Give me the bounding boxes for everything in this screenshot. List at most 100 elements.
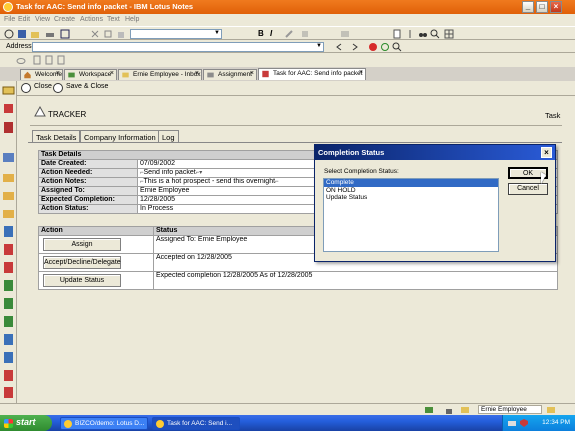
stop-icon[interactable] <box>368 42 378 52</box>
notes-icon[interactable] <box>2 351 15 364</box>
close-icon[interactable]: × <box>195 70 199 77</box>
close-icon[interactable]: × <box>359 69 363 76</box>
mail-icon[interactable] <box>2 84 15 97</box>
home-icon[interactable] <box>4 29 14 39</box>
field-bracket-icon: ⌐ <box>275 179 279 185</box>
location-user-field[interactable]: Ernie Employee <box>478 405 542 414</box>
italic-icon[interactable]: I <box>270 29 272 38</box>
assign-button[interactable]: Assign <box>43 238 121 251</box>
list-item-update-status[interactable]: Update Status <box>324 194 498 202</box>
close-icon <box>21 83 31 93</box>
binoculars-icon[interactable] <box>418 29 428 39</box>
maximize-button[interactable]: □ <box>536 1 548 13</box>
align-icon[interactable] <box>340 29 350 39</box>
menu-actions[interactable]: Actions <box>80 16 103 23</box>
lock-icon[interactable] <box>444 405 454 415</box>
tab-inbox[interactable]: Ernie Employee - Inbox × <box>118 69 202 80</box>
folder-icon[interactable] <box>2 189 15 202</box>
list-item-complete[interactable]: Complete <box>324 179 498 187</box>
tab-workspace[interactable]: Workspace × <box>64 69 117 80</box>
copy-icon[interactable] <box>103 29 113 39</box>
shield-icon[interactable] <box>519 418 529 428</box>
forward-icon[interactable] <box>350 42 360 52</box>
menu-edit[interactable]: Edit <box>18 16 30 23</box>
notes-icon[interactable] <box>2 243 15 256</box>
close-icon[interactable]: × <box>110 70 114 77</box>
bold-icon[interactable]: B <box>258 29 264 38</box>
back-icon[interactable] <box>334 42 344 52</box>
window-close-button[interactable]: × <box>550 1 562 13</box>
mouse-cursor-icon <box>541 172 546 184</box>
cloud-icon[interactable] <box>16 55 26 65</box>
tab-label: Ernie Employee - Inbox <box>133 71 201 78</box>
notes-icon[interactable] <box>2 297 15 310</box>
taskbar-item-lotus-designer[interactable]: BIZCO/demo: Lotus D... <box>60 417 148 430</box>
attachment-icon[interactable] <box>405 29 415 39</box>
list-item-on-hold[interactable]: ON HOLD <box>324 187 498 195</box>
folder-icon[interactable] <box>2 207 15 220</box>
form-type-label: Task <box>545 111 561 120</box>
start-label: start <box>16 417 36 427</box>
tab-log[interactable]: Log <box>158 130 179 142</box>
book-icon[interactable] <box>2 225 15 238</box>
cut-icon[interactable] <box>90 29 100 39</box>
table-icon[interactable] <box>444 29 454 39</box>
list-icon[interactable] <box>300 29 310 39</box>
chevron-down-icon[interactable]: ▾ <box>199 170 202 176</box>
doc-icon[interactable] <box>44 55 54 65</box>
search-icon[interactable] <box>392 42 402 52</box>
completion-status-dialog: Completion Status × Select Completion St… <box>314 144 556 262</box>
print-icon[interactable] <box>45 29 55 39</box>
menu-create[interactable]: Create <box>54 16 75 23</box>
online-icon[interactable] <box>424 405 434 415</box>
tab-task[interactable]: Task for AAC: Send info packet × <box>258 68 366 80</box>
accept-decline-delegate-button[interactable]: Accept/Decline/Delegate <box>43 256 121 269</box>
address-book-icon[interactable] <box>2 121 15 134</box>
tab-assignment[interactable]: Assignment × <box>203 69 257 80</box>
completion-status-list[interactable]: Complete ON HOLD Update Status <box>323 178 499 252</box>
database-icon[interactable] <box>2 151 15 164</box>
menu-view[interactable]: View <box>35 16 50 23</box>
dialog-close-icon[interactable]: × <box>541 147 552 158</box>
notes-icon[interactable] <box>2 333 15 346</box>
inbox-icon[interactable] <box>546 405 556 415</box>
notes-icon[interactable] <box>2 386 15 399</box>
save-close-button[interactable]: Save & Close <box>53 83 108 93</box>
highlighter-icon[interactable] <box>284 29 294 39</box>
window-icon[interactable] <box>60 29 70 39</box>
menu-help[interactable]: Help <box>125 16 139 23</box>
menu-text[interactable]: Text <box>107 16 120 23</box>
notes-icon[interactable] <box>2 369 15 382</box>
close-icon[interactable]: × <box>250 70 254 77</box>
update-status-button[interactable]: Update Status <box>43 274 121 287</box>
notes-icon[interactable] <box>2 315 15 328</box>
calendar-icon[interactable] <box>2 102 15 115</box>
start-button[interactable]: start <box>0 415 52 431</box>
paste-icon[interactable] <box>116 29 126 39</box>
folder-icon[interactable] <box>2 171 15 184</box>
notes-icon[interactable] <box>2 279 15 292</box>
taskbar-item-label: BIZCO/demo: Lotus D... <box>75 420 145 427</box>
taskbar-item-task[interactable]: Task for AAC: Send i... <box>152 417 240 430</box>
search-icon[interactable] <box>430 29 440 39</box>
minimize-button[interactable]: _ <box>522 1 534 13</box>
menu-file[interactable]: File <box>4 16 15 23</box>
notes-icon[interactable] <box>2 261 15 274</box>
cancel-button[interactable]: Cancel <box>508 183 548 195</box>
tab-welcome[interactable]: Welcome × <box>20 69 63 80</box>
doc-icon[interactable] <box>32 55 42 65</box>
style-dropdown[interactable]: ▼ <box>130 29 222 39</box>
address-input[interactable]: ▼ <box>32 42 324 52</box>
refresh-icon[interactable] <box>380 42 390 52</box>
save-icon[interactable] <box>17 29 27 39</box>
edit-document-icon[interactable] <box>392 29 402 39</box>
mail-icon[interactable] <box>460 405 470 415</box>
open-icon[interactable] <box>30 29 40 39</box>
close-icon[interactable]: × <box>56 70 60 77</box>
tab-company-information[interactable]: Company Information <box>80 130 160 142</box>
divider <box>30 125 562 126</box>
network-icon[interactable] <box>507 418 517 428</box>
status-cell: Expected completion 12/28/2005 As of 12/… <box>153 271 558 290</box>
close-button[interactable]: Close <box>21 83 52 93</box>
doc-icon[interactable] <box>56 55 66 65</box>
